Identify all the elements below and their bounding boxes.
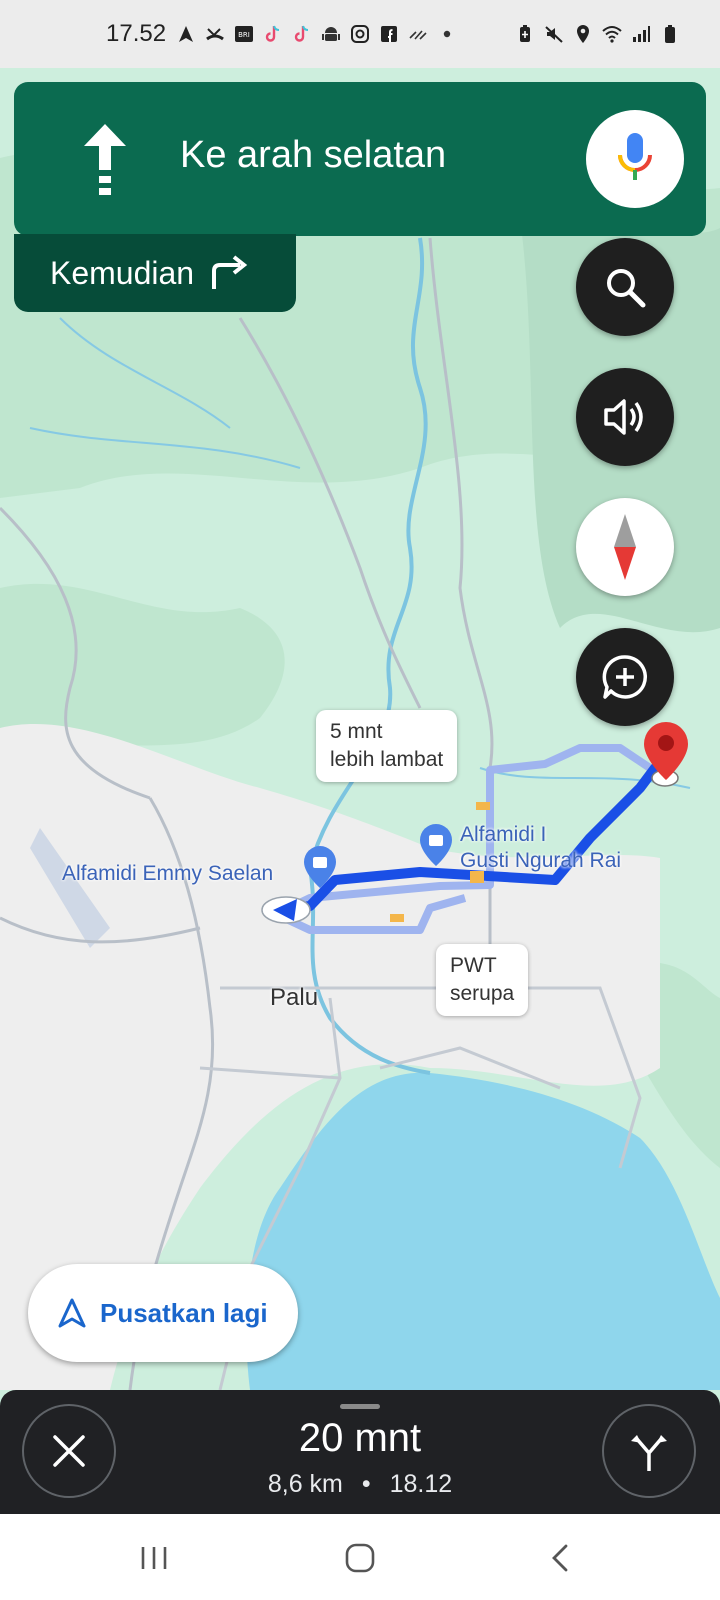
signal-icon xyxy=(409,30,427,40)
navigation-banner[interactable]: Ke arah selatan xyxy=(14,82,706,236)
next-step-chip[interactable]: Kemudian xyxy=(14,234,296,312)
status-time: 17.52 xyxy=(106,20,167,47)
volume-icon xyxy=(604,399,643,435)
android-icon xyxy=(322,27,341,41)
place-label[interactable]: Alfamidi I Gusti Ngurah Rai xyxy=(460,822,621,874)
sound-button[interactable] xyxy=(576,368,674,466)
tiktok-icon xyxy=(294,25,309,42)
trip-separator: • xyxy=(361,1470,371,1498)
facebook-icon xyxy=(381,26,398,42)
callout-line: lebih lambat xyxy=(330,748,444,771)
callout-line: PWT xyxy=(450,954,497,977)
arrival-time: 18.12 xyxy=(389,1470,453,1498)
instagram-icon xyxy=(351,25,370,43)
search-button[interactable] xyxy=(576,238,674,336)
alt-route-callout-similar[interactable]: PWT serupa xyxy=(436,944,529,1016)
brimo-icon: BRI xyxy=(235,26,254,42)
home-icon xyxy=(345,1543,375,1573)
city-label: Palu xyxy=(270,984,319,1011)
nav-instruction: Ke arah selatan xyxy=(180,134,447,176)
wifi-icon xyxy=(602,26,622,43)
turn-right-icon xyxy=(212,255,248,289)
status-right-icons xyxy=(515,24,680,44)
back-button[interactable] xyxy=(530,1536,590,1580)
status-bar: 17.52 BRI xyxy=(0,0,720,68)
add-report-icon xyxy=(602,655,648,699)
add-report-button[interactable] xyxy=(576,628,674,726)
location-icon xyxy=(577,25,589,43)
mic-icon xyxy=(618,133,652,180)
callout-line: 5 mnt xyxy=(330,720,383,743)
voice-search-button[interactable] xyxy=(586,110,684,208)
drag-handle[interactable] xyxy=(340,1404,380,1409)
dot-icon xyxy=(443,30,451,38)
compass-icon xyxy=(614,514,636,580)
recents-button[interactable] xyxy=(124,1536,184,1580)
recenter-button[interactable]: Pusatkan lagi xyxy=(28,1264,298,1362)
place-label[interactable]: Alfamidi Emmy Saelan xyxy=(62,862,273,886)
recents-icon xyxy=(141,1547,167,1569)
trip-summary-panel[interactable]: 20 mnt 8,6 km • 18.12 xyxy=(0,1390,720,1514)
tiktok-icon xyxy=(265,25,280,42)
compass-button[interactable] xyxy=(576,498,674,596)
system-navigation-bar xyxy=(0,1514,720,1600)
back-icon xyxy=(552,1544,568,1572)
alt-route-callout-slower[interactable]: 5 mnt lebih lambat xyxy=(316,710,458,782)
trip-distance: 8,6 km xyxy=(267,1470,343,1498)
navigation-arrow-icon xyxy=(58,1298,86,1328)
recenter-label: Pusatkan lagi xyxy=(100,1297,268,1328)
alternate-routes-button[interactable] xyxy=(602,1404,696,1498)
home-button[interactable] xyxy=(330,1536,390,1580)
svg-text:BRI: BRI xyxy=(238,31,250,39)
navigation-arrow-icon xyxy=(179,26,194,42)
cell-signal-icon xyxy=(633,26,650,42)
then-label: Kemudian xyxy=(50,254,195,291)
missed-call-icon xyxy=(206,28,224,41)
callout-line: serupa xyxy=(450,982,515,1005)
status-left-icons: BRI xyxy=(176,24,457,44)
mute-icon xyxy=(545,26,563,43)
battery-icon xyxy=(665,25,675,43)
search-icon xyxy=(607,269,646,308)
battery-saver-icon xyxy=(520,25,530,42)
alternate-routes-icon xyxy=(631,1435,667,1471)
straight-arrow-icon xyxy=(84,124,126,195)
